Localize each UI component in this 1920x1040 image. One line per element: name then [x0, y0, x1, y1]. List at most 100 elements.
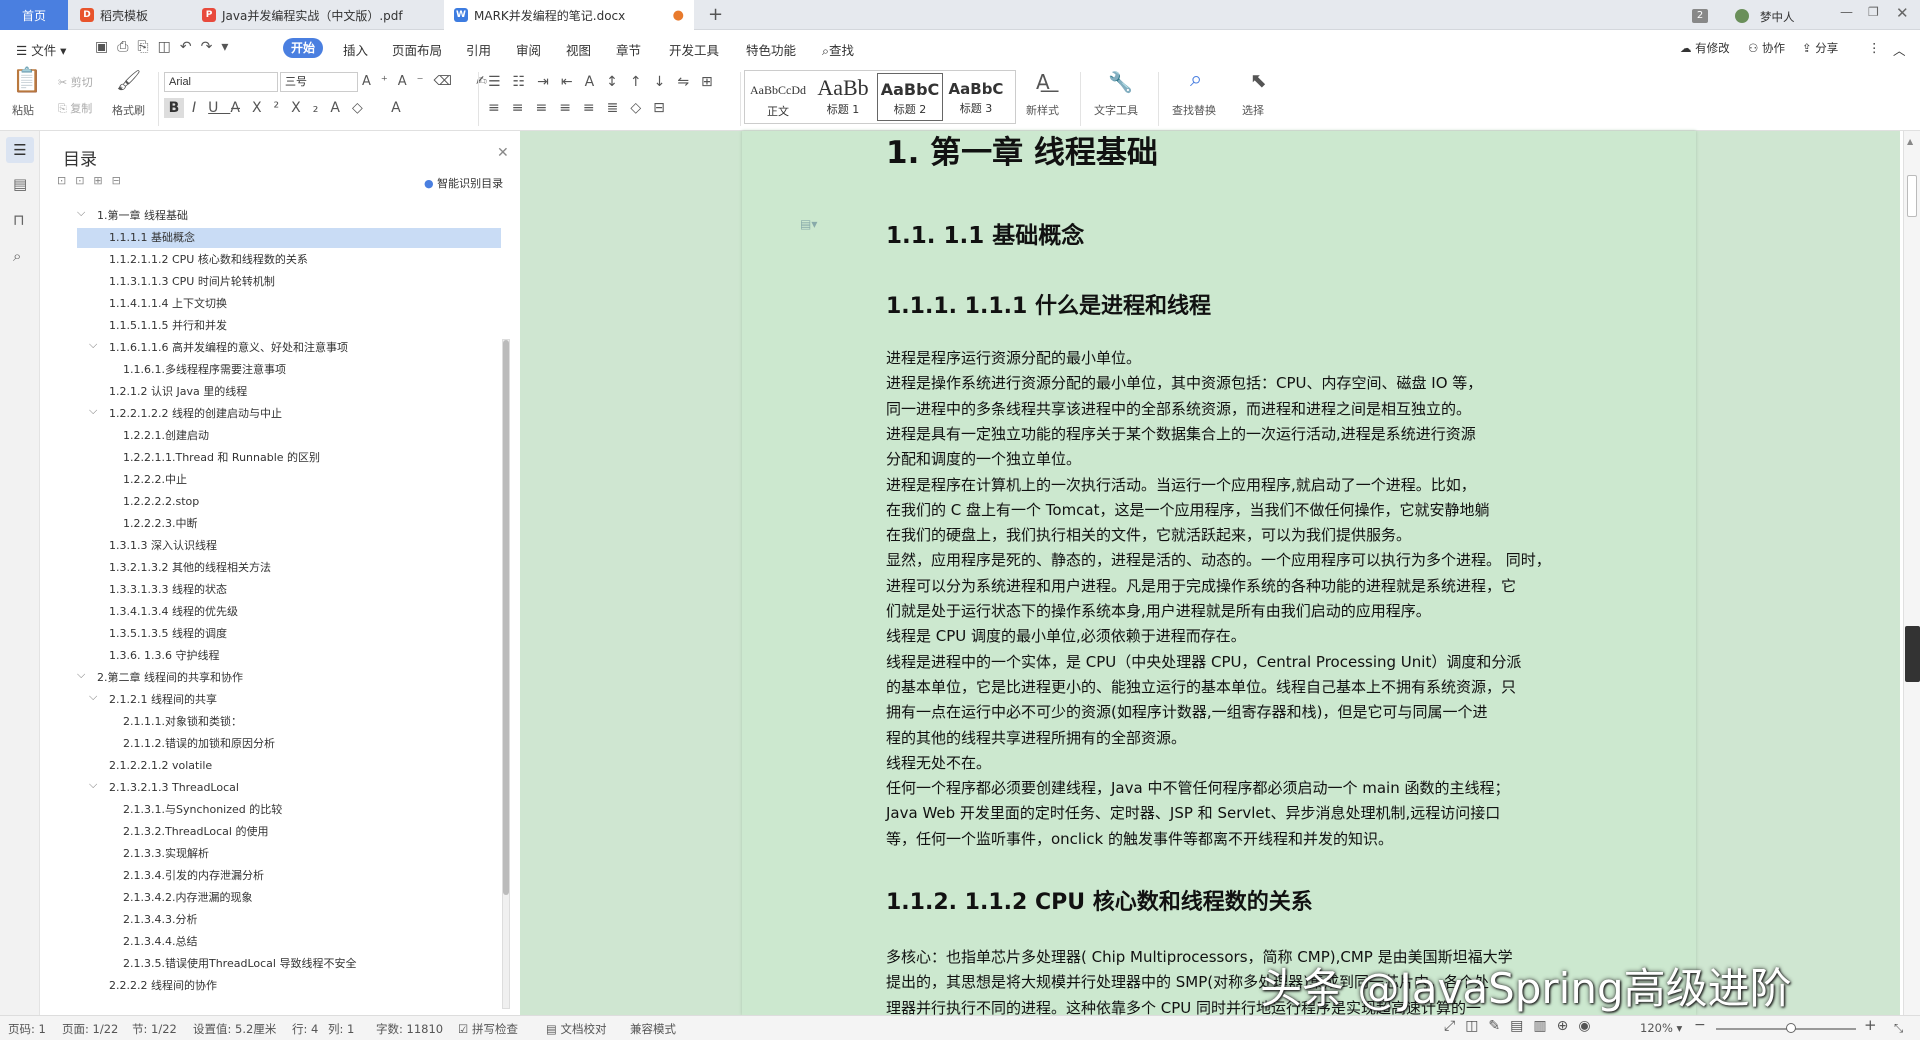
chevron-down-icon[interactable]: ⌵: [89, 775, 97, 795]
find-replace-button[interactable]: 查找替换: [1172, 102, 1216, 118]
paragraph-line[interactable]: 程的其他的线程共享进程所拥有的全部资源。: [886, 727, 1186, 748]
new-style-icon[interactable]: A͟: [1036, 72, 1050, 92]
toc-item[interactable]: ⌵ 1.2.2.1.2.2 线程的创建启动与中止: [77, 404, 501, 424]
tab-page-layout[interactable]: 页面布局: [392, 40, 442, 59]
toc-item[interactable]: 1.2.2.2.2.stop: [77, 492, 501, 512]
text-tools-icon[interactable]: 🔧: [1108, 72, 1133, 92]
paragraph-line[interactable]: 线程是 CPU 调度的最小单位,必须依赖于进程而存在。: [886, 625, 1246, 646]
tab-features[interactable]: 特色功能: [746, 40, 796, 59]
paragraph-line[interactable]: 线程无处不在。: [886, 752, 991, 773]
toc-item[interactable]: 1.1.3.1.1.3 CPU 时间片轮转机制: [77, 272, 501, 292]
minimize-icon[interactable]: —: [1840, 5, 1853, 20]
paragraph-line[interactable]: 显然，应用程序是死的、静态的，进程是活的、动态的。一个应用程序可以执行为多个进程…: [886, 549, 1551, 570]
toc-item[interactable]: ⌵ 2.1.2.1 线程间的共享: [77, 690, 501, 710]
heading-chapter1[interactable]: 1. 第一章 线程基础: [886, 127, 1158, 172]
tab-chapter[interactable]: 章节: [616, 40, 641, 59]
status-words[interactable]: 字数: 11810: [376, 1021, 443, 1037]
toc-item[interactable]: 1.3.3.1.3.3 线程的状态: [77, 580, 501, 600]
toc-item[interactable]: 1.1.5.1.1.5 并行和并发: [77, 316, 501, 336]
toc-panel-icon[interactable]: ☰: [6, 137, 34, 163]
tab-start[interactable]: 开始: [283, 38, 323, 58]
find-replace-icon[interactable]: ⌕: [1190, 69, 1202, 91]
toc-item[interactable]: 2.1.2.2.1.2 volatile: [77, 756, 501, 776]
toc-item[interactable]: 2.1.3.2.ThreadLocal 的使用: [77, 822, 501, 842]
toc-item[interactable]: ⌵ 1.1.6.1.1.6 高并发编程的意义、好处和注意事项: [77, 338, 501, 358]
zoom-in-icon[interactable]: +: [1864, 1016, 1877, 1034]
paragraph-line[interactable]: 任何一个程序都必须要创建线程，Java 中不管任何程序都必须启动一个 main …: [886, 777, 1509, 798]
new-style-button[interactable]: 新样式: [1026, 102, 1059, 118]
toc-item[interactable]: 1.2.1.2 认识 Java 里的线程: [77, 382, 501, 402]
toc-item[interactable]: 2.1.1.1.对象锁和类锁：: [77, 712, 501, 732]
chevron-down-icon[interactable]: ⌵: [89, 401, 97, 421]
paragraph-line[interactable]: 在我们的硬盘上，我们执行相关的文件，它就活跃起来，可以为我们提供服务。: [886, 524, 1411, 545]
toc-item[interactable]: 2.1.1.2.错误的加锁和原因分析: [77, 734, 501, 754]
tab-developer[interactable]: 开发工具: [669, 40, 719, 59]
paragraph-line[interactable]: 线程是进程中的一个实体，是 CPU（中央处理器 CPU，Central Proc…: [886, 651, 1521, 672]
toc-item[interactable]: 2.1.3.4.4.总结: [77, 932, 501, 952]
tab-pdf[interactable]: P Java并发编程实战（中文版）.pdf: [192, 0, 442, 30]
toc-item[interactable]: ⌵ 1.第一章 线程基础: [77, 206, 501, 226]
toc-item[interactable]: 1.3.5.1.3.5 线程的调度: [77, 624, 501, 644]
new-tab-icon[interactable]: +: [708, 4, 723, 25]
paragraph-line[interactable]: 拥有一点在运行中必不可少的资源(如程序计数器,一组寄存器和栈)，但是它可与同属一…: [886, 701, 1487, 722]
avatar[interactable]: [1735, 9, 1749, 23]
list-indent-icons[interactable]: ☰☷⇥⇤A↕↑↓⇋⊞: [488, 74, 725, 90]
font-size-select[interactable]: 三号: [280, 72, 358, 92]
toc-item[interactable]: 1.3.2.1.3.2 其他的线程相关方法: [77, 558, 501, 578]
tab-review[interactable]: 审阅: [516, 40, 541, 59]
spell-check-button[interactable]: ☑ 拼写检查: [458, 1021, 518, 1037]
toc-item[interactable]: 2.2.2.2 线程间的协作: [77, 976, 501, 996]
toc-item[interactable]: 1.2.2.2.3.中断: [77, 514, 501, 534]
chevron-down-icon[interactable]: ⌵: [89, 687, 97, 707]
bold-button[interactable]: B: [164, 98, 184, 118]
status-section[interactable]: 节: 1/22: [132, 1021, 177, 1037]
paragraph-line[interactable]: 进程是具有一定独立功能的程序关于某个数据集合上的一次运行活动,进程是系统进行资源: [886, 423, 1476, 444]
paragraph-line[interactable]: 分配和调度的一个独立单位。: [886, 448, 1081, 469]
toc-item[interactable]: ⌵ 2.第二章 线程间的共享和协作: [77, 668, 501, 688]
tab-docx-active[interactable]: W MARK并发编程的笔记.docx ●: [444, 0, 694, 30]
toc-item[interactable]: 1.1.6.1.多线程程序需要注意事项: [77, 360, 501, 380]
find-icon[interactable]: ⌕: [13, 247, 21, 265]
alignment-icons[interactable]: ≡≡≡≡≡≣◇⊟: [488, 100, 677, 116]
format-painter-icon[interactable]: 🖌: [116, 70, 141, 90]
chevron-down-icon[interactable]: ⌵: [77, 665, 85, 685]
status-row[interactable]: 行: 4: [292, 1021, 318, 1037]
toc-item[interactable]: 2.1.3.4.2.内存泄漏的现象: [77, 888, 501, 908]
proof-button[interactable]: ▤ 文档校对: [546, 1021, 607, 1037]
paragraph-line[interactable]: 进程是程序运行资源分配的最小单位。: [886, 347, 1141, 368]
style-normal[interactable]: AaBbCcDd 正文: [747, 73, 809, 121]
more-icon[interactable]: ⋮: [1868, 40, 1881, 55]
scroll-thumb[interactable]: [1907, 175, 1917, 217]
user-name[interactable]: 梦中人: [1760, 9, 1795, 25]
text-tools-button[interactable]: 文字工具: [1094, 102, 1138, 118]
paste-button[interactable]: 粘贴: [12, 102, 34, 118]
zoom-level[interactable]: 120% ▾: [1640, 1021, 1682, 1035]
modified-button[interactable]: ☁ 有修改: [1680, 40, 1730, 56]
format-painter-button[interactable]: 格式刷: [112, 102, 145, 118]
quick-access-icons[interactable]: ▣⎙⎘◫↶↷▾: [95, 39, 237, 55]
zoom-slider-thumb[interactable]: [1786, 1023, 1796, 1033]
tab-insert[interactable]: 插入: [343, 40, 368, 59]
toc-item[interactable]: 2.1.3.5.错误使用ThreadLocal 导致线程不安全: [77, 954, 501, 974]
style-heading1[interactable]: AaBb 标题 1: [811, 73, 875, 121]
toc-item[interactable]: 1.2.2.1.创建启动: [77, 426, 501, 446]
paragraph-line[interactable]: 们就是处于运行状态下的操作系统本身,用户进程就是所有由我们启动的应用程序。: [886, 600, 1431, 621]
toc-item[interactable]: 2.1.3.3.实现解析: [77, 844, 501, 864]
chevron-down-icon[interactable]: ⌵: [89, 335, 97, 355]
toc-item[interactable]: 2.1.3.4.引发的内存泄漏分析: [77, 866, 501, 886]
font-grow-shrink-icons[interactable]: A⁺A⁻⌫ ✍: [362, 74, 497, 90]
tab-view[interactable]: 视图: [566, 40, 591, 59]
text-format-icons[interactable]: IUA̶X²X₂A◇ A: [192, 100, 413, 116]
toc-item[interactable]: 1.1.1.1 基础概念: [77, 228, 501, 248]
toc-item[interactable]: 1.1.2.1.1.2 CPU 核心数和线程数的关系: [77, 250, 501, 270]
tab-docer[interactable]: D 稻壳模板: [70, 0, 190, 30]
paragraph-line[interactable]: 的基本单位，它是比进程更小的、能独立运行的基本单位。线程自己基本上不拥有系统资源…: [886, 676, 1516, 697]
status-setting[interactable]: 设置值: 5.2厘米: [193, 1021, 276, 1037]
paragraph-line[interactable]: Java Web 开发里面的定时任务、定时器、JSP 和 Servlet、异步消…: [886, 802, 1500, 823]
paragraph-menu-icon[interactable]: ▤▾: [800, 217, 817, 231]
paragraph-line[interactable]: 等，任何一个监听事件，onclick 的触发事件等都离不开线程和并发的知识。: [886, 828, 1393, 849]
select-button[interactable]: 选择: [1242, 102, 1264, 118]
toc-item[interactable]: 1.3.1.3 深入认识线程: [77, 536, 501, 556]
paragraph-line[interactable]: 进程可以分为系统进程和用户进程。凡是用于完成操作系统的各种功能的进程就是系统进程…: [886, 575, 1516, 596]
paste-icon[interactable]: 📋: [12, 68, 42, 92]
